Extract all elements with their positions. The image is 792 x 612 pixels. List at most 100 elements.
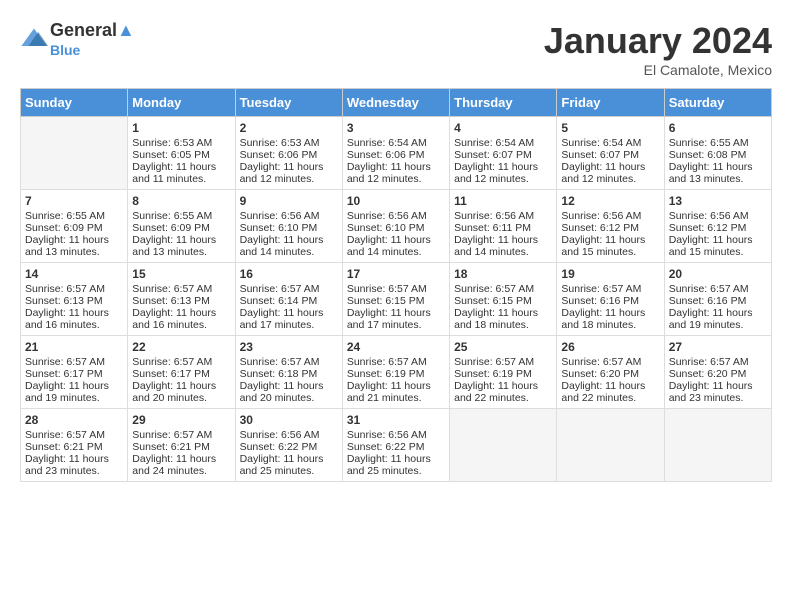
sunset-text: Sunset: 6:07 PM (454, 149, 552, 161)
sunset-text: Sunset: 6:10 PM (240, 222, 338, 234)
sunrise-text: Sunrise: 6:54 AM (347, 137, 445, 149)
sunset-text: Sunset: 6:12 PM (561, 222, 659, 234)
day-number: 4 (454, 121, 552, 135)
logo-icon (20, 25, 48, 53)
sunset-text: Sunset: 6:10 PM (347, 222, 445, 234)
sunset-text: Sunset: 6:21 PM (25, 441, 123, 453)
week-row-3: 21Sunrise: 6:57 AMSunset: 6:17 PMDayligh… (21, 336, 772, 409)
sunset-text: Sunset: 6:15 PM (347, 295, 445, 307)
day-number: 6 (669, 121, 767, 135)
day-number: 16 (240, 267, 338, 281)
day-cell: 20Sunrise: 6:57 AMSunset: 6:16 PMDayligh… (664, 263, 771, 336)
daylight-text: Daylight: 11 hours and 13 minutes. (132, 234, 230, 258)
sunrise-text: Sunrise: 6:55 AM (25, 210, 123, 222)
sunset-text: Sunset: 6:09 PM (25, 222, 123, 234)
day-number: 2 (240, 121, 338, 135)
header-cell-friday: Friday (557, 89, 664, 117)
sunrise-text: Sunrise: 6:57 AM (132, 356, 230, 368)
sunrise-text: Sunrise: 6:57 AM (25, 283, 123, 295)
day-number: 12 (561, 194, 659, 208)
sunrise-text: Sunrise: 6:54 AM (454, 137, 552, 149)
logo-line2: Blue (50, 42, 135, 59)
daylight-text: Daylight: 11 hours and 14 minutes. (240, 234, 338, 258)
day-cell: 17 Sunrise: 6:57 AMSunset: 6:15 PMDayligh… (342, 263, 449, 336)
day-number: 9 (240, 194, 338, 208)
sunset-text: Sunset: 6:08 PM (669, 149, 767, 161)
header-cell-wednesday: Wednesday (342, 89, 449, 117)
day-number: 3 (347, 121, 445, 135)
header-row: SundayMondayTuesdayWednesdayThursdayFrid… (21, 89, 772, 117)
daylight-text: Daylight: 11 hours and 17 minutes. (347, 307, 445, 331)
day-number: 21 (25, 340, 123, 354)
logo-blue: ▲ (117, 20, 135, 40)
sunrise-text: Sunrise: 6:54 AM (561, 137, 659, 149)
daylight-text: Daylight: 11 hours and 20 minutes. (240, 380, 338, 404)
day-number: 8 (132, 194, 230, 208)
day-number: 7 (25, 194, 123, 208)
sunrise-text: Sunrise: 6:57 AM (132, 283, 230, 295)
day-number: 18 (454, 267, 552, 281)
daylight-text: Daylight: 11 hours and 17 minutes. (240, 307, 338, 331)
sunset-text: Sunset: 6:20 PM (561, 368, 659, 380)
day-cell: 29Sunrise: 6:57 AMSunset: 6:21 PMDayligh… (128, 409, 235, 482)
day-cell: 19Sunrise: 6:57 AMSunset: 6:16 PMDayligh… (557, 263, 664, 336)
sunrise-text: Sunrise: 6:57 AM (347, 356, 445, 368)
header-cell-sunday: Sunday (21, 89, 128, 117)
daylight-text: Daylight: 11 hours and 25 minutes. (347, 453, 445, 477)
header-cell-tuesday: Tuesday (235, 89, 342, 117)
week-row-0: 1Sunrise: 6:53 AMSunset: 6:05 PMDaylight… (21, 117, 772, 190)
sunset-text: Sunset: 6:09 PM (132, 222, 230, 234)
day-number: 19 (561, 267, 659, 281)
daylight-text: Daylight: 11 hours and 13 minutes. (25, 234, 123, 258)
sunrise-text: Sunrise: 6:56 AM (347, 429, 445, 441)
day-number: 13 (669, 194, 767, 208)
day-number: 10 (347, 194, 445, 208)
day-cell: 10Sunrise: 6:56 AMSunset: 6:10 PMDayligh… (342, 190, 449, 263)
week-row-2: 14Sunrise: 6:57 AMSunset: 6:13 PMDayligh… (21, 263, 772, 336)
daylight-text: Daylight: 11 hours and 12 minutes. (347, 161, 445, 185)
daylight-text: Daylight: 11 hours and 19 minutes. (25, 380, 123, 404)
daylight-text: Daylight: 11 hours and 18 minutes. (454, 307, 552, 331)
day-number: 25 (454, 340, 552, 354)
sunrise-text: Sunrise: 6:57 AM (347, 283, 445, 295)
daylight-text: Daylight: 11 hours and 20 minutes. (132, 380, 230, 404)
week-row-1: 7Sunrise: 6:55 AMSunset: 6:09 PMDaylight… (21, 190, 772, 263)
day-cell: 6Sunrise: 6:55 AMSunset: 6:08 PMDaylight… (664, 117, 771, 190)
sunset-text: Sunset: 6:22 PM (347, 441, 445, 453)
day-cell: 5Sunrise: 6:54 AMSunset: 6:07 PMDaylight… (557, 117, 664, 190)
daylight-text: Daylight: 11 hours and 21 minutes. (347, 380, 445, 404)
sunrise-text: Sunrise: 6:57 AM (240, 356, 338, 368)
day-cell: 15Sunrise: 6:57 AMSunset: 6:13 PMDayligh… (128, 263, 235, 336)
day-cell: 13Sunrise: 6:56 AMSunset: 6:12 PMDayligh… (664, 190, 771, 263)
sunset-text: Sunset: 6:15 PM (454, 295, 552, 307)
day-number: 24 (347, 340, 445, 354)
day-cell: 21Sunrise: 6:57 AMSunset: 6:17 PMDayligh… (21, 336, 128, 409)
day-cell: 8Sunrise: 6:55 AMSunset: 6:09 PMDaylight… (128, 190, 235, 263)
sunset-text: Sunset: 6:05 PM (132, 149, 230, 161)
sunrise-text: Sunrise: 6:56 AM (347, 210, 445, 222)
day-cell: 26Sunrise: 6:57 AMSunset: 6:20 PMDayligh… (557, 336, 664, 409)
sunset-text: Sunset: 6:07 PM (561, 149, 659, 161)
day-cell: 12Sunrise: 6:56 AMSunset: 6:12 PMDayligh… (557, 190, 664, 263)
sunset-text: Sunset: 6:13 PM (132, 295, 230, 307)
day-cell: 22Sunrise: 6:57 AMSunset: 6:17 PMDayligh… (128, 336, 235, 409)
week-row-4: 28Sunrise: 6:57 AMSunset: 6:21 PMDayligh… (21, 409, 772, 482)
location: El Camalote, Mexico (544, 62, 772, 78)
sunset-text: Sunset: 6:12 PM (669, 222, 767, 234)
sunrise-text: Sunrise: 6:56 AM (454, 210, 552, 222)
day-number: 17 (347, 267, 445, 281)
daylight-text: Daylight: 11 hours and 25 minutes. (240, 453, 338, 477)
daylight-text: Daylight: 11 hours and 11 minutes. (132, 161, 230, 185)
day-number: 26 (561, 340, 659, 354)
day-cell: 18Sunrise: 6:57 AMSunset: 6:15 PMDayligh… (450, 263, 557, 336)
daylight-text: Daylight: 11 hours and 16 minutes. (132, 307, 230, 331)
day-cell: 3Sunrise: 6:54 AMSunset: 6:06 PMDaylight… (342, 117, 449, 190)
sunrise-text: Sunrise: 6:56 AM (669, 210, 767, 222)
day-number: 31 (347, 413, 445, 427)
day-cell: 4Sunrise: 6:54 AMSunset: 6:07 PMDaylight… (450, 117, 557, 190)
page-header: General▲ Blue January 2024 El Camalote, … (20, 20, 772, 78)
daylight-text: Daylight: 11 hours and 23 minutes. (669, 380, 767, 404)
calendar-header: SundayMondayTuesdayWednesdayThursdayFrid… (21, 89, 772, 117)
daylight-text: Daylight: 11 hours and 12 minutes. (561, 161, 659, 185)
day-cell (557, 409, 664, 482)
